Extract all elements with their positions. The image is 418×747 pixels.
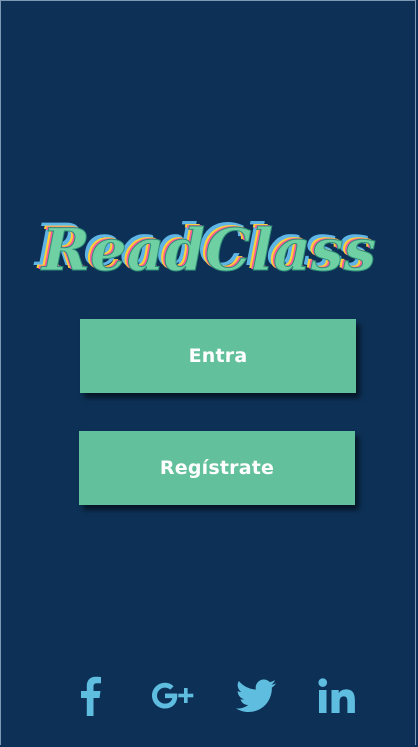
twitter-link[interactable] [232,672,280,720]
register-button-label: Regístrate [159,457,275,479]
facebook-icon [81,676,101,716]
app-logo: ReadClass ReadClass ReadClass ReadClass [0,196,418,291]
logo-graphic: ReadClass ReadClass ReadClass ReadClass [33,211,377,285]
login-button[interactable]: Entra [80,319,356,393]
twitter-icon [236,679,276,712]
linkedin-icon [318,678,355,713]
logo-layer-green: ReadClass [40,216,376,284]
linkedin-link[interactable] [314,672,362,720]
register-button[interactable]: Regístrate [79,431,355,505]
google-plus-icon [152,682,194,709]
login-button-label: Entra [188,345,248,367]
facebook-link[interactable] [68,672,112,720]
google-plus-link[interactable] [148,672,198,720]
